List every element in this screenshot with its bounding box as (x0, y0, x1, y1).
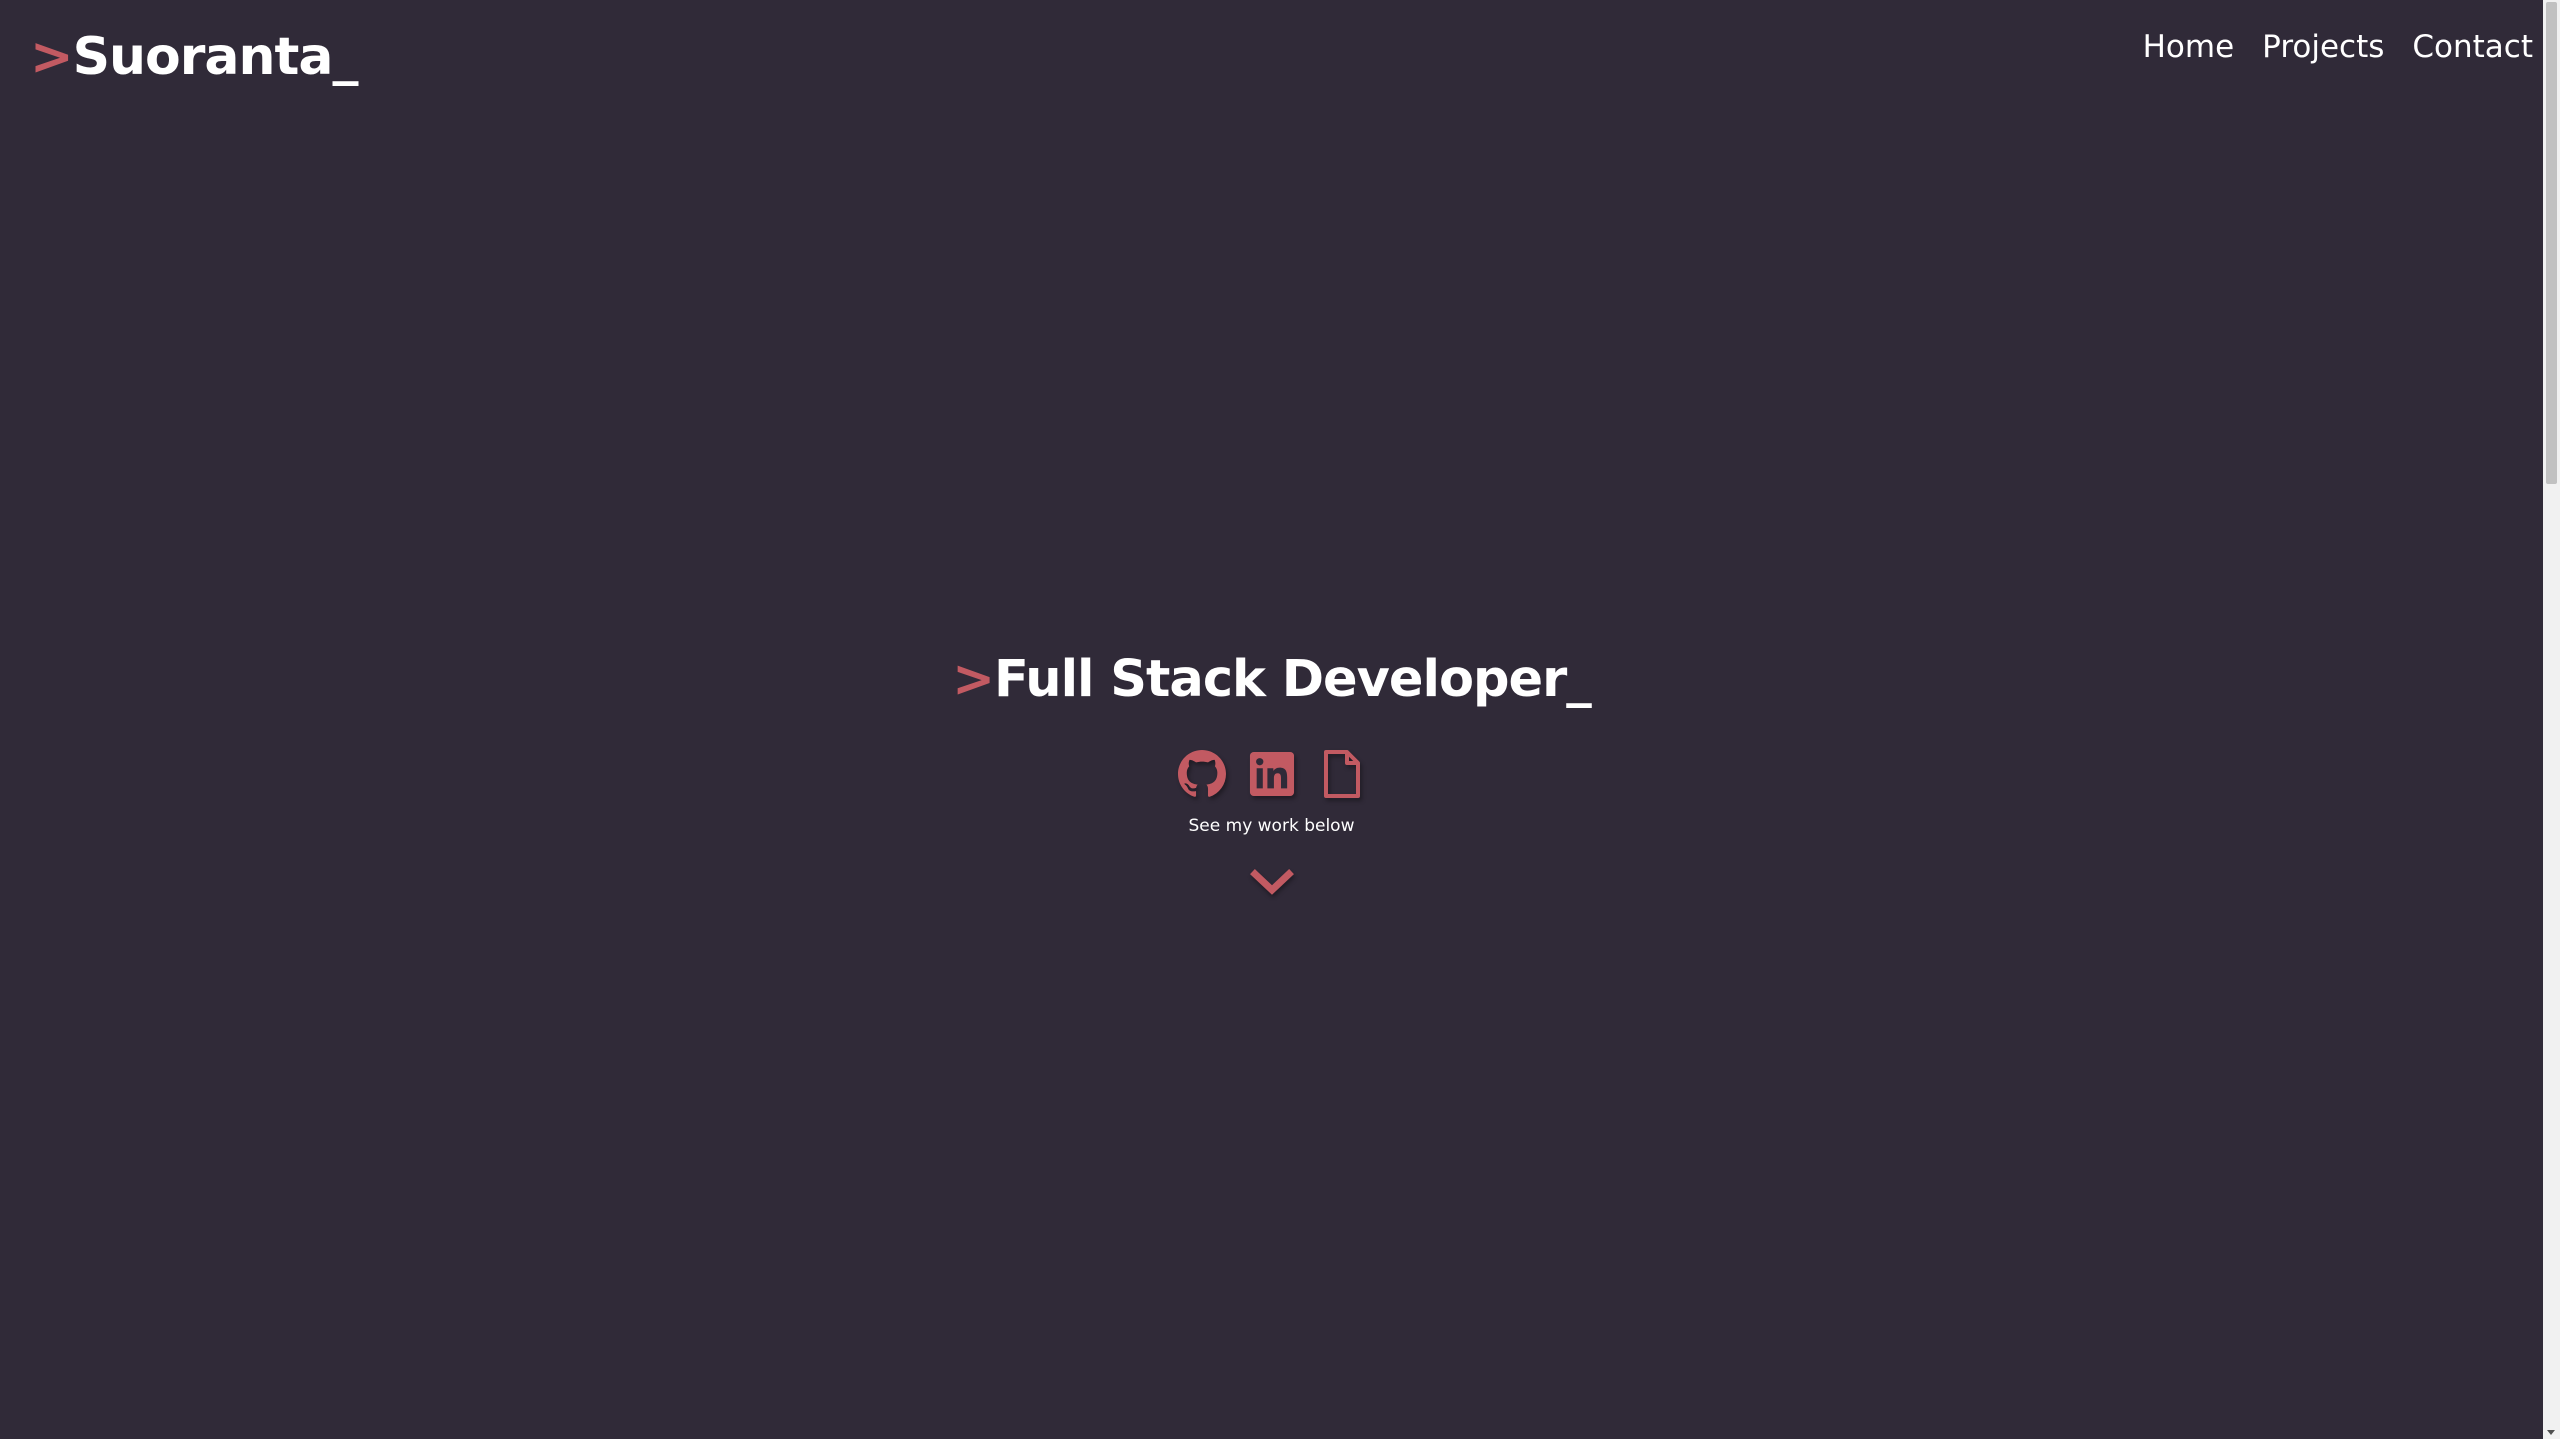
scrollbar-thumb[interactable] (2546, 2, 2557, 484)
logo-text: Suoranta_ (72, 27, 359, 87)
main-nav: Home Projects Contact (2143, 24, 2533, 70)
hero-title-text: Full Stack Developer_ (993, 650, 1592, 709)
chevron-down-icon (1249, 869, 1294, 895)
main-content: >Suoranta_ Home Projects Contact >Full S… (0, 0, 2543, 1439)
nav-home-link[interactable]: Home (2143, 24, 2235, 70)
github-icon (1177, 750, 1226, 797)
scroll-down-button[interactable] (1249, 866, 1295, 898)
nav-projects-link[interactable]: Projects (2262, 24, 2384, 70)
hero-title-caret: > (952, 650, 995, 709)
page: >Suoranta_ Home Projects Contact >Full S… (0, 0, 2560, 1439)
nav-contact-link[interactable]: Contact (2412, 24, 2533, 70)
scroll-down-arrow-icon[interactable] (2547, 1430, 2555, 1435)
vertical-scrollbar[interactable] (2543, 0, 2560, 1439)
hero-section: >Full Stack Developer_ See my work below (0, 640, 2543, 898)
github-link[interactable] (1177, 748, 1226, 800)
linkedin-icon (1249, 751, 1294, 797)
see-work-label: See my work below (1188, 816, 1355, 836)
linkedin-link[interactable] (1248, 748, 1296, 800)
resume-link[interactable] (1318, 748, 1366, 800)
site-logo[interactable]: >Suoranta_ (30, 24, 359, 90)
document-icon (1323, 750, 1360, 798)
hero-title: >Full Stack Developer_ (0, 640, 2543, 720)
logo-caret: > (30, 27, 74, 87)
social-links (0, 748, 2543, 800)
